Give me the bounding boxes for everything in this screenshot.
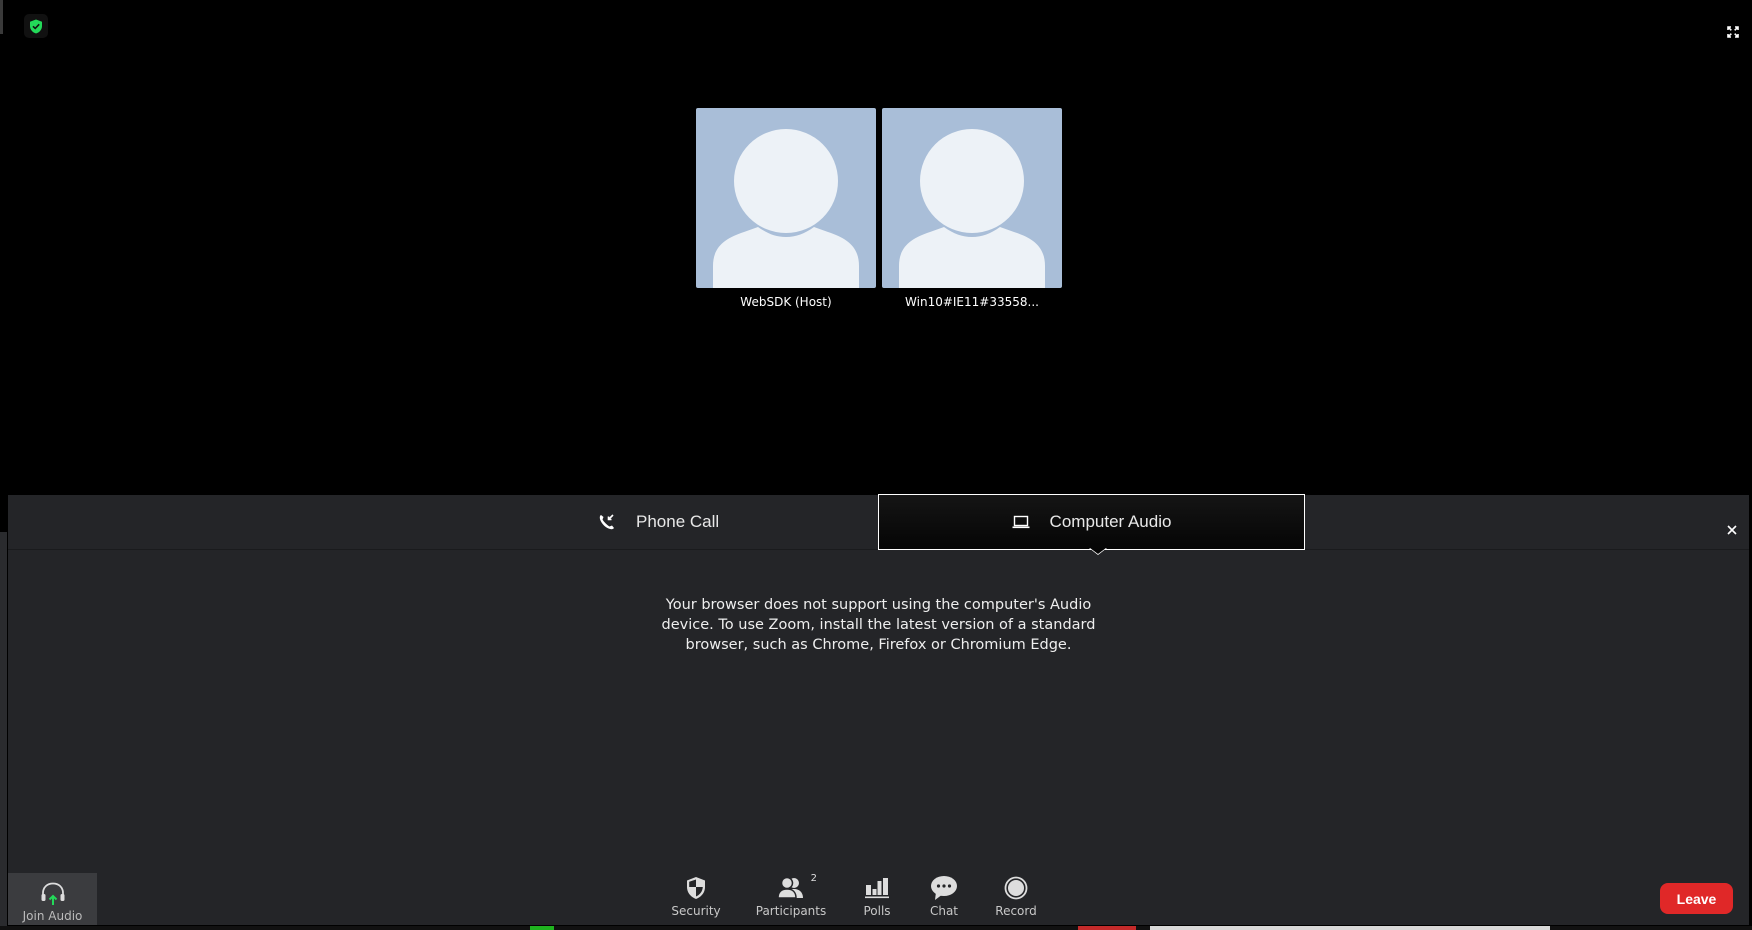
message-line: device. To use Zoom, install the latest … bbox=[661, 617, 1096, 633]
laptop-icon bbox=[1012, 515, 1030, 529]
polls-icon bbox=[865, 878, 889, 899]
toolbar-label: Chat bbox=[929, 904, 959, 918]
tab-label: Phone Call bbox=[636, 512, 720, 531]
chat-icon bbox=[931, 876, 957, 900]
join-audio-button[interactable]: Join Audio bbox=[8, 873, 97, 925]
tab-computer-audio[interactable]: Computer Audio bbox=[878, 494, 1305, 550]
polls-button[interactable]: Polls bbox=[857, 874, 897, 924]
taskbar-segment bbox=[530, 926, 554, 930]
encryption-status-button[interactable] bbox=[24, 14, 48, 38]
close-audio-panel-button[interactable] bbox=[1724, 522, 1740, 538]
tab-label: Computer Audio bbox=[1049, 512, 1172, 531]
taskbar-segment bbox=[1078, 926, 1136, 930]
participant-name: WebSDK (Host) bbox=[740, 295, 832, 309]
record-button[interactable]: Record bbox=[991, 874, 1041, 924]
message-line: Your browser does not support using the … bbox=[665, 597, 1092, 613]
participant-tile[interactable] bbox=[882, 108, 1062, 288]
toolbar-label: Security bbox=[671, 904, 721, 918]
security-button[interactable]: Security bbox=[666, 874, 726, 924]
record-icon bbox=[1004, 876, 1028, 900]
headphones-icon bbox=[41, 882, 64, 905]
toolbar-label: Polls bbox=[863, 904, 891, 918]
window-edge-strip bbox=[0, 532, 7, 930]
unsupported-browser-message: Your browser does not support using the … bbox=[8, 595, 1749, 655]
shield-icon bbox=[687, 877, 705, 899]
toolbar-label: Record bbox=[995, 904, 1037, 918]
join-audio-panel: Phone Call Computer Audio Your browser d… bbox=[8, 494, 1749, 925]
window-edge bbox=[0, 0, 3, 34]
participant-count-badge: 2 bbox=[810, 873, 817, 884]
close-icon bbox=[1727, 525, 1737, 535]
participants-button[interactable]: 2 Participants bbox=[751, 873, 831, 924]
chat-button[interactable]: Chat bbox=[924, 874, 964, 924]
participant-name: Win10#IE11#33558... bbox=[905, 295, 1039, 309]
join-audio-label: Join Audio bbox=[22, 909, 83, 923]
toolbar-label: Participants bbox=[755, 904, 827, 918]
fullscreen-icon bbox=[1727, 26, 1739, 38]
participant-tile[interactable] bbox=[696, 108, 876, 288]
avatar-placeholder-icon bbox=[713, 129, 859, 288]
active-tab-caret-fill bbox=[1090, 548, 1106, 554]
tab-phone-call[interactable]: Phone Call bbox=[598, 495, 719, 549]
avatar-placeholder-icon bbox=[899, 129, 1045, 288]
phone-call-icon bbox=[599, 514, 614, 530]
audio-tab-bar: Phone Call Computer Audio bbox=[8, 494, 1749, 555]
fullscreen-button[interactable] bbox=[1722, 21, 1744, 43]
verified-shield-icon bbox=[30, 19, 42, 33]
message-line: browser, such as Chrome, Firefox or Chro… bbox=[685, 637, 1072, 653]
taskbar-segment bbox=[1150, 926, 1550, 930]
leave-button[interactable]: Leave bbox=[1660, 883, 1733, 914]
participants-icon bbox=[777, 876, 803, 899]
